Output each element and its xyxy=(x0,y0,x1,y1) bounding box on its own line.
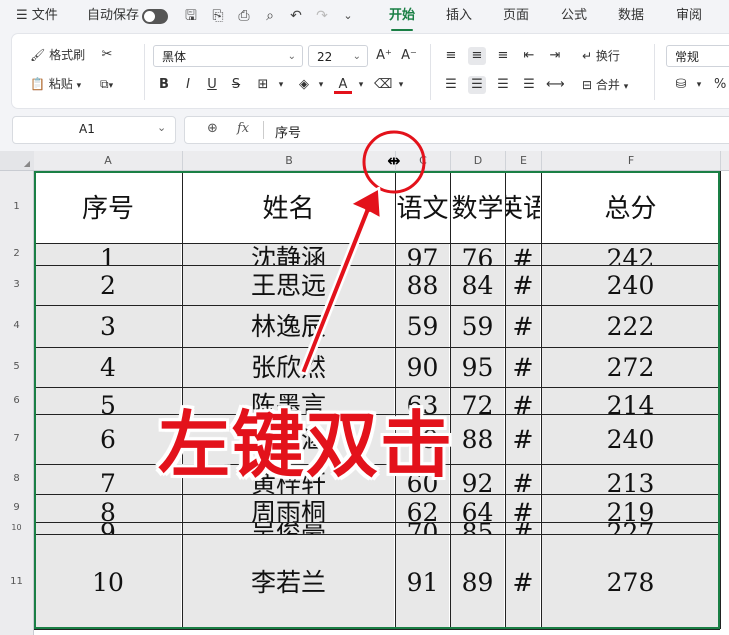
annotation-overlay xyxy=(298,130,426,376)
annotation-label: 左键双击 xyxy=(158,403,455,487)
resize-cursor-icon: ⇹ xyxy=(387,151,401,170)
pointer-arrow xyxy=(298,186,383,376)
